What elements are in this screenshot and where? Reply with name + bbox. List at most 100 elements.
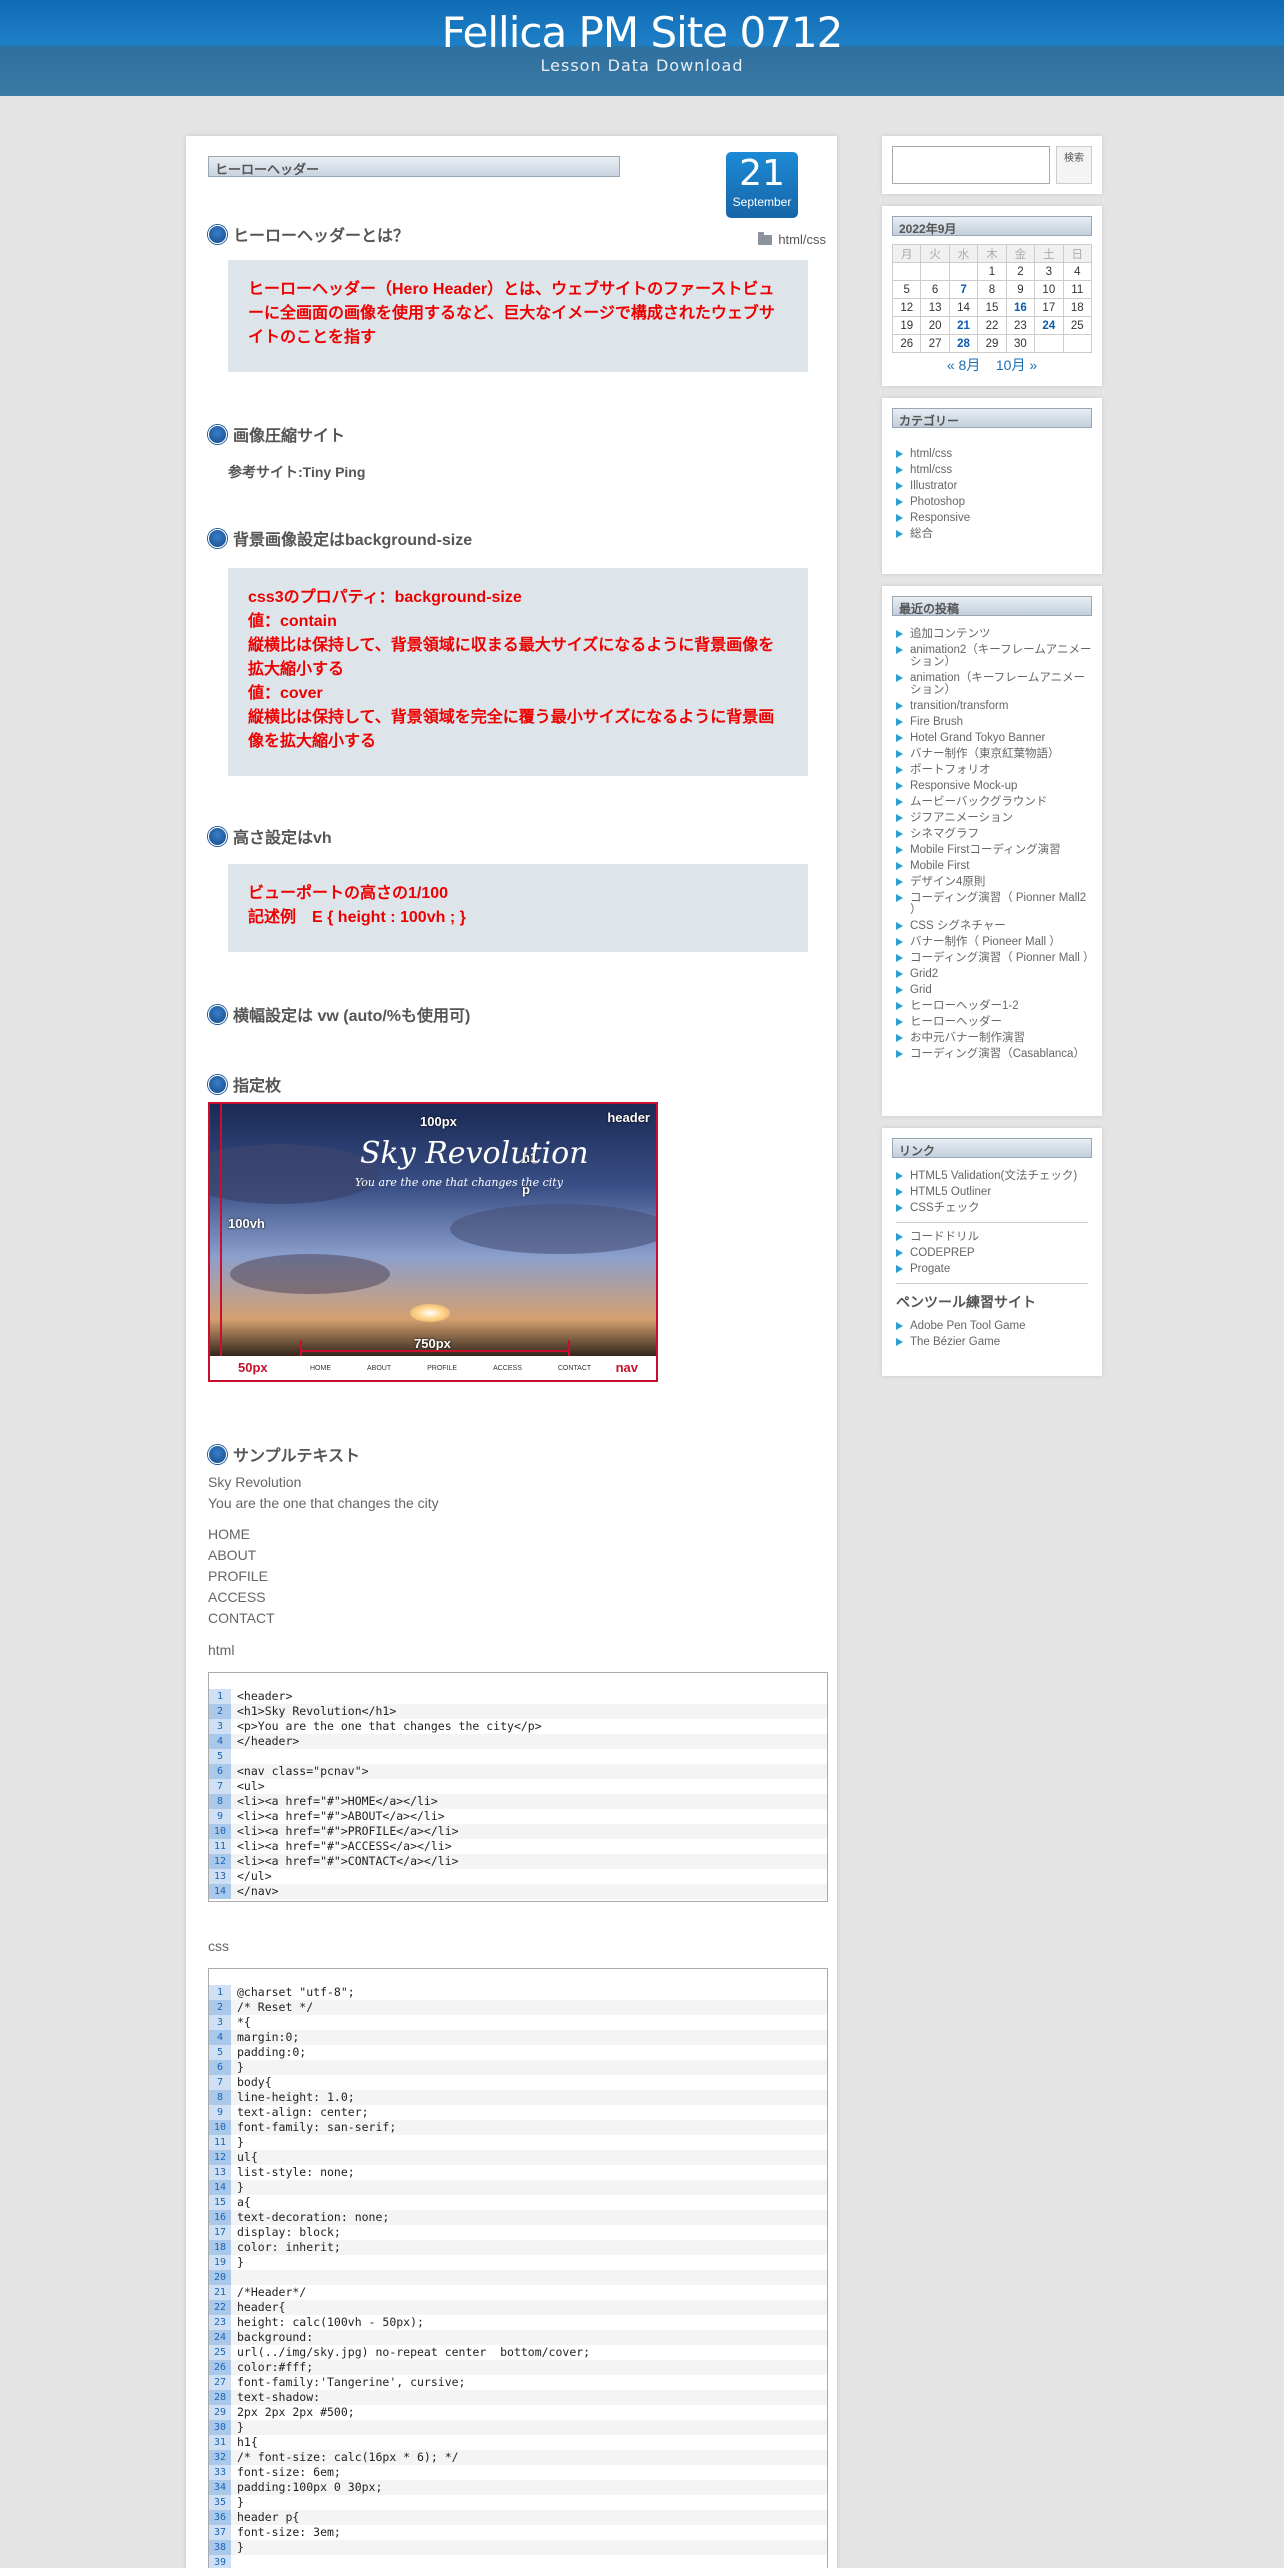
recent-post-link[interactable]: コーディング演習（ Pionner Mall2 ） [896, 892, 1092, 916]
external-link[interactable]: HTML5 Outliner [896, 1186, 1092, 1198]
external-link[interactable]: Adobe Pen Tool Game [896, 1320, 1092, 1332]
heading-bullet-icon [208, 1444, 227, 1464]
line-number: 6 [209, 2060, 231, 2075]
recent-post-link[interactable]: バナー制作（ Pioneer Mall ） [896, 936, 1092, 948]
code-text: } [237, 2135, 244, 2149]
recent-post-link[interactable]: シネマグラフ [896, 828, 1092, 840]
code-line: 16 text-decoration: none; [209, 2210, 827, 2225]
heading-text: 画像圧縮サイト [233, 428, 346, 445]
line-number: 13 [209, 2165, 231, 2180]
calendar-day: 5 [891, 280, 922, 299]
line-number: 34 [209, 2480, 231, 2495]
hero-image: Sky Revolution You are the one that chan… [208, 1102, 658, 1382]
line-number: 12 [209, 2150, 231, 2165]
recent-post-link[interactable]: デザイン4原則 [896, 876, 1092, 888]
external-link[interactable]: The Bézier Game [896, 1336, 1092, 1348]
recent-post-link[interactable]: Mobile Firstコーディング演習 [896, 844, 1092, 856]
calendar-nav: « 8月 10月 » [882, 355, 1102, 375]
code-line: 19} [209, 2255, 827, 2270]
code-line: 8 line-height: 1.0; [209, 2090, 827, 2105]
line-number: 13 [209, 1869, 231, 1884]
recent-post-link[interactable]: Grid2 [896, 968, 1092, 980]
search-button[interactable]: 検索 [1056, 146, 1092, 184]
recent-post-link[interactable]: animation2（キーフレームアニメーション） [896, 644, 1092, 668]
recent-post-link[interactable]: CSS シグネチャー [896, 920, 1092, 932]
code-text: line-height: 1.0; [231, 2090, 827, 2105]
site-header: Fellica PM Site 0712 Lesson Data Downloa… [0, 0, 1284, 96]
heading-text: 横幅設定は vw (auto/%も使用可) [233, 1008, 471, 1025]
calendar-day: 13 [920, 298, 950, 317]
recent-post-link[interactable]: お中元バナー制作演習 [896, 1032, 1092, 1044]
code-line: 12 ul{ [209, 2150, 827, 2165]
label-100px: 100px [420, 1114, 457, 1129]
line-number: 4 [209, 1734, 231, 1749]
search-input[interactable] [892, 146, 1050, 184]
recent-post-link[interactable]: ムービーバックグラウンド [896, 796, 1092, 808]
code-text: display: block; [237, 2225, 341, 2239]
line-number: 15 [209, 2195, 231, 2210]
external-link[interactable]: CSSチェック [896, 1202, 1092, 1214]
code-line: 7 body{ [209, 2075, 827, 2090]
recent-post-link[interactable]: animation（キーフレームアニメーション） [896, 672, 1092, 696]
recent-post-link[interactable]: コーディング演習（Casablanca） [896, 1048, 1092, 1060]
code-line: 20 [209, 2270, 827, 2285]
category-link[interactable]: 総合 [896, 528, 1092, 540]
html-code-block[interactable]: 1 <header> 2 <h1>Sky Revolution</h1> 3 <p>You… [208, 1672, 828, 1902]
code-text: </ul> [237, 1869, 272, 1883]
external-link[interactable]: HTML5 Validation(文法チェック) [896, 1170, 1092, 1182]
sample-line: Sky Revolution [208, 1474, 302, 1490]
external-link[interactable]: CODEPREP [896, 1247, 1092, 1259]
calendar-next-link[interactable]: 10月 » [996, 357, 1037, 373]
calendar-day-link[interactable]: 28 [948, 334, 979, 353]
heading-bullet-icon [208, 224, 227, 244]
calendar-prev-link[interactable]: « 8月 [947, 357, 980, 373]
search-widget: 検索 [882, 136, 1102, 194]
calendar-day-link[interactable]: 21 [948, 316, 979, 335]
calendar-day-link[interactable]: 16 [1005, 298, 1036, 317]
hero-nav-item: PROFILE [427, 1364, 458, 1372]
external-link[interactable]: Progate [896, 1263, 1092, 1275]
calendar-day-link[interactable]: 24 [1034, 316, 1064, 335]
recent-post-link[interactable]: コーディング演習（ Pionner Mall ） [896, 952, 1095, 964]
line-number: 9 [209, 1809, 231, 1824]
category-link[interactable]: Responsive [896, 512, 1092, 524]
label-p: p [522, 1182, 530, 1197]
code-text: <li><a href="#">PROFILE</a></li> [231, 1824, 827, 1839]
recent-post-link[interactable]: Grid [896, 984, 1092, 996]
code-text: font-family:'Tangerine', cursive; [237, 2375, 466, 2389]
category-link[interactable]: html/css [896, 448, 1092, 460]
external-link[interactable]: コードドリル [896, 1231, 1092, 1243]
recent-post-link[interactable]: Responsive Mock-up [896, 780, 1092, 792]
recent-post-link[interactable]: transition/transform [896, 700, 1092, 712]
code-text: *{ [237, 2015, 251, 2029]
recent-post-link[interactable]: ヒーローヘッダー1-2 [896, 1000, 1092, 1012]
category-link[interactable]: Photoshop [896, 496, 1092, 508]
label-h1: h1 [522, 1150, 538, 1165]
calendar-day-link[interactable]: 7 [948, 280, 979, 299]
category-link[interactable]: html/css [896, 464, 1092, 476]
code-text: <h1>Sky Revolution</h1> [231, 1704, 827, 1719]
code-lines: 1 <header> 2 <h1>Sky Revolution</h1> 3 <p>You… [209, 1689, 827, 1899]
line-number: 23 [209, 2315, 231, 2330]
recent-post-link[interactable]: ポートフォリオ [896, 764, 1092, 776]
calendar-day: 19 [891, 316, 922, 335]
code-text: ul{ [231, 2150, 827, 2165]
line-number: 22 [209, 2300, 231, 2315]
category-link[interactable]: Illustrator [896, 480, 1092, 492]
highlight-box: css3のプロパティ：background-size 値：contain 縦横比… [228, 568, 808, 776]
code-line: 14} [209, 2180, 827, 2195]
code-lines: 1 @charset "utf-8"; 2/* Reset */3 *{4 margin… [209, 1985, 827, 2568]
recent-post-link[interactable]: バナー制作（東京紅葉物語） [896, 748, 1092, 760]
recent-post-link[interactable]: ジフアニメーション [896, 812, 1092, 824]
box-line: ビューポートの高さの1/100 [248, 885, 449, 902]
recent-post-link[interactable]: Mobile First [896, 860, 1092, 872]
recent-post-link[interactable]: Hotel Grand Tokyo Banner [896, 732, 1092, 744]
css-code-block[interactable]: 1 @charset "utf-8"; 2/* Reset */3 *{4 margin… [208, 1968, 828, 2568]
recent-post-link[interactable]: 追加コンテンツ [896, 628, 1092, 640]
recent-post-link[interactable]: Fire Brush [896, 716, 1092, 728]
line-number: 5 [209, 1749, 231, 1764]
post-category-link[interactable]: html/css [726, 231, 826, 247]
recent-post-link[interactable]: ヒーローヘッダー [896, 1016, 1092, 1028]
site-title[interactable]: Fellica PM Site 0712 [0, 8, 1284, 57]
code-line: 10 font-family: san-serif; [209, 2120, 827, 2135]
